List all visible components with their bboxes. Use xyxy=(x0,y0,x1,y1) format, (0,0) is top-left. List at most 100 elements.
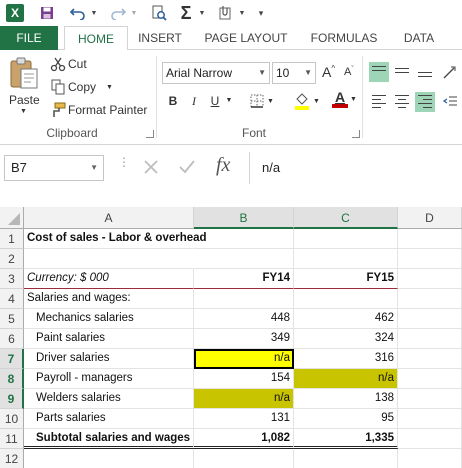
cell-d6[interactable] xyxy=(398,329,462,349)
cell-a7[interactable]: Driver salaries xyxy=(24,349,194,369)
format-painter-button[interactable]: Format Painter xyxy=(50,101,147,119)
column-header-d[interactable]: D xyxy=(398,207,462,229)
attach-dropdown-icon[interactable]: ▼ xyxy=(238,3,246,23)
cell-a8[interactable]: Payroll - managers xyxy=(24,369,194,389)
redo-dropdown-icon[interactable]: ▼ xyxy=(130,3,138,23)
row-header-10[interactable]: 10 xyxy=(0,409,24,429)
cell-c6[interactable]: 324 xyxy=(294,329,398,349)
customize-qat-icon[interactable]: ▾ xyxy=(254,3,268,23)
cell-b2[interactable] xyxy=(194,249,294,269)
cancel-icon[interactable] xyxy=(142,158,160,179)
print-preview-icon[interactable] xyxy=(148,3,170,23)
cell-c2[interactable] xyxy=(294,249,398,269)
cell-b1[interactable] xyxy=(194,229,294,249)
orientation-icon[interactable] xyxy=(442,64,458,80)
cell-c10[interactable]: 95 xyxy=(294,409,398,429)
row-header-3[interactable]: 3 xyxy=(0,269,24,289)
shrink-font-button[interactable]: Aˇ xyxy=(344,66,354,79)
row-header-7[interactable]: 7 xyxy=(0,349,24,369)
underline-button[interactable]: U xyxy=(205,90,225,112)
save-icon[interactable] xyxy=(36,3,58,23)
font-size-select[interactable]: 10 ▼ xyxy=(272,62,316,84)
decrease-indent-icon[interactable] xyxy=(442,94,458,110)
tab-insert[interactable]: INSERT xyxy=(132,26,188,50)
font-name-select[interactable]: Arial Narrow ▼ xyxy=(162,62,270,84)
cell-a4[interactable]: Salaries and wages: xyxy=(24,289,194,309)
italic-button[interactable]: I xyxy=(184,90,204,112)
row-header-6[interactable]: 6 xyxy=(0,329,24,349)
active-cell-b7[interactable]: n/a xyxy=(194,349,294,369)
tab-home[interactable]: HOME xyxy=(64,26,128,51)
tab-file[interactable]: FILE xyxy=(0,26,58,50)
fill-color-button[interactable]: ▼ xyxy=(294,92,320,110)
bold-button[interactable]: B xyxy=(163,90,183,112)
cell-b10[interactable]: 131 xyxy=(194,409,294,429)
undo-dropdown-icon[interactable]: ▼ xyxy=(90,3,98,23)
clipboard-launcher-icon[interactable] xyxy=(146,130,154,138)
column-header-b[interactable]: B xyxy=(194,207,294,229)
cell-d9[interactable] xyxy=(398,389,462,409)
cell-a3[interactable]: Currency: $ 000 xyxy=(24,269,194,289)
cell-b12[interactable] xyxy=(194,449,294,468)
align-left-icon[interactable] xyxy=(369,92,389,112)
bottom-align-icon[interactable] xyxy=(415,62,435,82)
attach-icon[interactable] xyxy=(214,3,236,23)
formula-bar-grip-icon[interactable]: ⋮ xyxy=(118,156,130,168)
row-header-9[interactable]: 9 xyxy=(0,389,24,409)
undo-icon[interactable] xyxy=(68,3,88,23)
cell-c4[interactable] xyxy=(294,289,398,309)
cell-b3[interactable]: FY14 xyxy=(194,269,294,289)
cell-b11[interactable]: 1,082 xyxy=(194,429,294,449)
cell-c7[interactable]: 316 xyxy=(294,349,398,369)
cell-c9[interactable]: 138 xyxy=(294,389,398,409)
cell-a10[interactable]: Parts salaries xyxy=(24,409,194,429)
cell-d7[interactable] xyxy=(398,349,462,369)
cell-b6[interactable]: 349 xyxy=(194,329,294,349)
cell-c1[interactable] xyxy=(294,229,398,249)
cell-d5[interactable] xyxy=(398,309,462,329)
tab-data[interactable]: DATA xyxy=(394,26,444,50)
cell-c11[interactable]: 1,335 xyxy=(294,429,398,449)
cell-d11[interactable] xyxy=(398,429,462,449)
row-header-8[interactable]: 8 xyxy=(0,369,24,389)
copy-button[interactable]: Copy ▼ xyxy=(50,78,113,96)
cell-a6[interactable]: Paint salaries xyxy=(24,329,194,349)
autosum-icon[interactable]: Σ xyxy=(176,3,196,23)
font-launcher-icon[interactable] xyxy=(352,130,360,138)
formula-input[interactable]: n/a xyxy=(252,152,462,184)
font-color-dropdown-icon[interactable]: ▼ xyxy=(350,96,357,103)
cell-a9[interactable]: Welders salaries xyxy=(24,389,194,409)
cell-c12[interactable] xyxy=(294,449,398,468)
row-header-1[interactable]: 1 xyxy=(0,229,24,249)
redo-icon[interactable] xyxy=(108,3,128,23)
align-right-icon[interactable] xyxy=(415,92,435,112)
cell-b9[interactable]: n/a xyxy=(194,389,294,409)
middle-align-icon[interactable] xyxy=(392,62,412,82)
cell-d4[interactable] xyxy=(398,289,462,309)
font-color-button[interactable]: A xyxy=(332,90,348,108)
borders-button[interactable]: ▼ xyxy=(250,94,274,108)
cell-d10[interactable] xyxy=(398,409,462,429)
row-header-11[interactable]: 11 xyxy=(0,429,24,449)
row-header-2[interactable]: 2 xyxy=(0,249,24,269)
insert-function-icon[interactable]: fx xyxy=(216,154,230,177)
cell-a2[interactable] xyxy=(24,249,194,269)
cell-a12[interactable] xyxy=(24,449,194,468)
row-header-4[interactable]: 4 xyxy=(0,289,24,309)
select-all-corner[interactable] xyxy=(0,207,24,229)
paste-dropdown-icon[interactable]: ▼ xyxy=(20,108,27,115)
autosum-dropdown-icon[interactable]: ▼ xyxy=(198,3,206,23)
column-header-c[interactable]: C xyxy=(294,207,398,229)
cut-button[interactable]: Cut xyxy=(50,55,87,73)
cell-d2[interactable] xyxy=(398,249,462,269)
tab-formulas[interactable]: FORMULAS xyxy=(302,26,386,50)
cell-a1[interactable]: Cost of sales - Labor & overhead xyxy=(24,229,207,249)
paste-icon[interactable] xyxy=(8,56,42,90)
top-align-icon[interactable] xyxy=(369,62,389,82)
cell-c3[interactable]: FY15 xyxy=(294,269,398,289)
row-header-5[interactable]: 5 xyxy=(0,309,24,329)
cell-b4[interactable] xyxy=(194,289,294,309)
tab-page-layout[interactable]: PAGE LAYOUT xyxy=(196,26,296,50)
copy-dropdown-icon[interactable]: ▼ xyxy=(106,84,113,91)
name-box[interactable]: B7 ▼ xyxy=(4,155,104,181)
